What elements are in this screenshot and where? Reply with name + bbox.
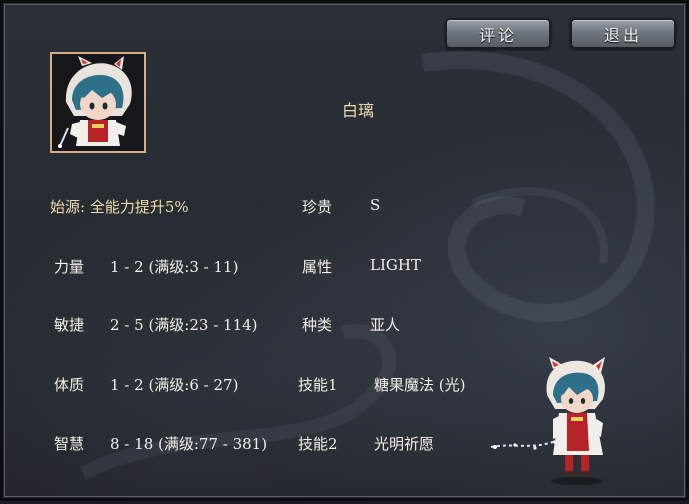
agility-value: 2 - 5 (满级:23 - 114)	[110, 316, 258, 334]
rarity-label: 珍贵	[302, 198, 333, 216]
exit-button[interactable]: 退出	[570, 18, 676, 49]
wisdom-label: 智慧	[54, 435, 85, 453]
skill2-value: 光明祈愿	[374, 435, 435, 453]
skill2-label: 技能2	[298, 435, 338, 453]
skill1-label: 技能1	[298, 376, 338, 394]
race-label: 种类	[302, 316, 333, 334]
rarity-value: S	[370, 196, 381, 214]
character-portrait	[50, 52, 146, 153]
character-sprite-icon	[490, 357, 605, 485]
strength-value: 1 - 2 (满级:3 - 11)	[110, 258, 239, 276]
review-button[interactable]: 评论	[445, 18, 551, 49]
attribute-value: LIGHT	[370, 256, 421, 274]
strength-label: 力量	[54, 258, 85, 276]
race-value: 亚人	[370, 316, 401, 334]
wisdom-value: 8 - 18 (满级:77 - 381)	[110, 435, 268, 453]
agility-label: 敏捷	[54, 316, 85, 334]
portrait-art-icon	[52, 54, 144, 151]
character-name: 白璃	[342, 101, 375, 120]
origin-text: 始源: 全能力提升5%	[50, 198, 189, 216]
skill1-value: 糖果魔法 (光)	[374, 376, 466, 394]
character-detail-panel: 评论 退出 白璃 始源: 全能力提升5% 力量 1 - 2 (满级:3 - 11…	[0, 0, 689, 501]
constitution-label: 体质	[54, 376, 85, 394]
constitution-value: 1 - 2 (满级:6 - 27)	[110, 376, 239, 394]
attribute-label: 属性	[302, 258, 333, 276]
